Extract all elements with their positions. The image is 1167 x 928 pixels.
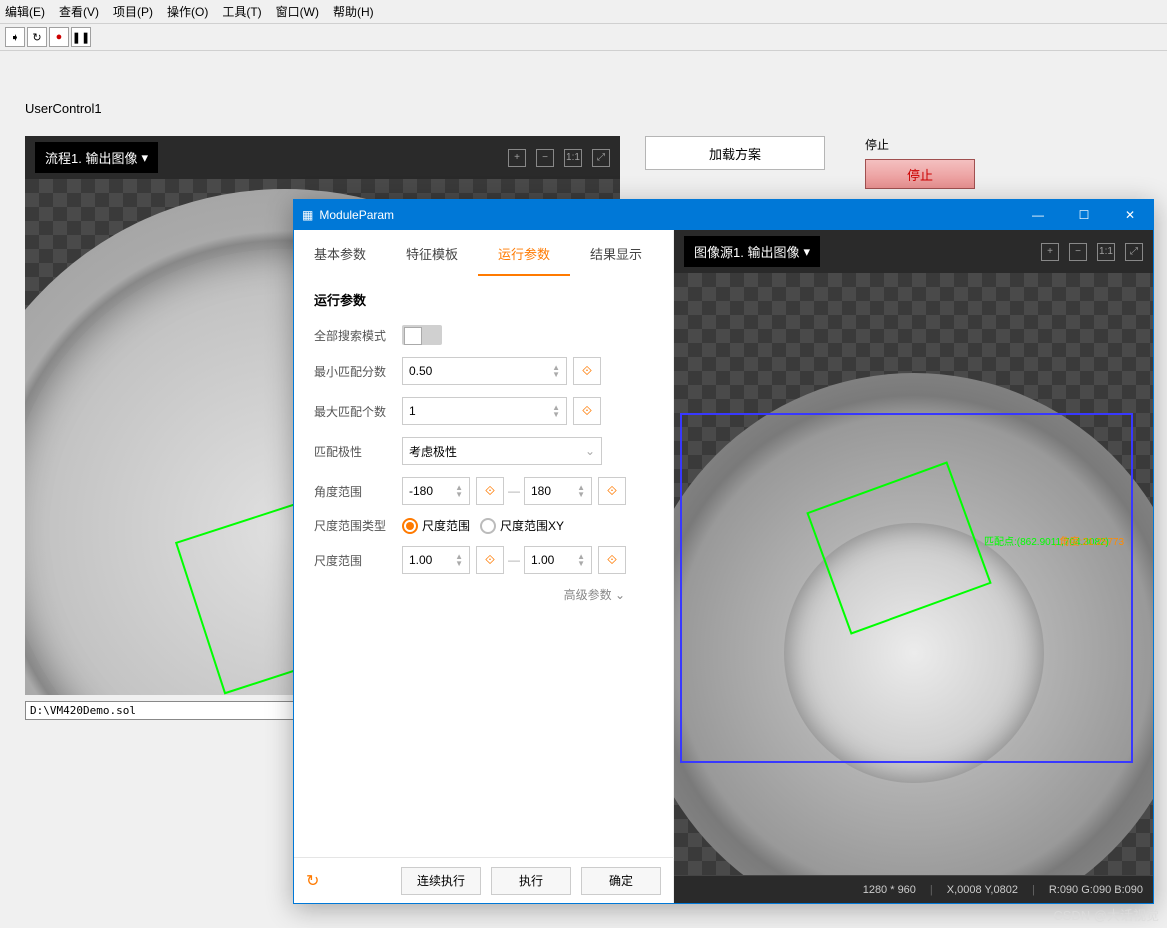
link-icon[interactable]: ⟐ — [573, 357, 601, 385]
titlebar[interactable]: ▦ ModuleParam ― ☐ ✕ — [294, 200, 1153, 230]
toolbar: ➧ ↻ ● ❚❚ — [0, 24, 1167, 51]
menu-operate[interactable]: 操作(O) — [167, 3, 208, 20]
chevron-down-icon: ⌄ — [615, 588, 625, 602]
polarity-label: 匹配极性 — [314, 443, 402, 460]
scale-type-label: 尺度范围类型 — [314, 517, 402, 534]
scale-range-xy-radio[interactable] — [480, 518, 496, 534]
module-param-dialog: ▦ ModuleParam ― ☐ ✕ 基本参数 特征模板 运行参数 结果显示 … — [293, 199, 1154, 904]
tab-run[interactable]: 运行参数 — [478, 230, 570, 276]
max-count-input[interactable]: 1 ▲▼ — [402, 397, 567, 425]
menu-help[interactable]: 帮助(H) — [333, 3, 374, 20]
close-icon[interactable]: ✕ — [1107, 200, 1153, 230]
tab-result[interactable]: 结果显示 — [570, 230, 662, 276]
polarity-select[interactable]: 考虑极性 ⌄ — [402, 437, 602, 465]
status-xy: X,0008 Y,0802 — [947, 884, 1018, 896]
menu-view[interactable]: 查看(V) — [59, 3, 99, 20]
search-mode-toggle[interactable] — [402, 325, 442, 345]
record-icon[interactable]: ● — [49, 27, 69, 47]
min-score-input[interactable]: 0.50 ▲▼ — [402, 357, 567, 385]
min-score-label: 最小匹配分数 — [314, 363, 402, 380]
zoom-in-icon[interactable]: + — [1041, 243, 1059, 261]
scale-min-input[interactable]: 1.00 ▲▼ — [402, 546, 470, 574]
zoom-in-icon[interactable]: + — [508, 149, 526, 167]
viewer2-title[interactable]: 图像源1. 输出图像 ▾ — [684, 236, 820, 267]
menu-tools[interactable]: 工具(T) — [222, 3, 261, 20]
maximize-icon[interactable]: ☐ — [1061, 200, 1107, 230]
refresh-icon[interactable]: ↻ — [27, 27, 47, 47]
expand-icon[interactable]: ⤢ — [592, 149, 610, 167]
max-count-label: 最大匹配个数 — [314, 403, 402, 420]
tabs: 基本参数 特征模板 运行参数 结果显示 — [294, 230, 673, 276]
fit-11-icon[interactable]: 1:1 — [1097, 243, 1115, 261]
watermark: CSDN @大话视觉 — [1053, 905, 1159, 924]
scale-label: 尺度范围 — [314, 552, 402, 569]
fit-11-icon[interactable]: 1:1 — [564, 149, 582, 167]
pause-icon[interactable]: ❚❚ — [71, 27, 91, 47]
menubar: 编辑(E) 查看(V) 项目(P) 操作(O) 工具(T) 窗口(W) 帮助(H… — [0, 0, 1167, 24]
minimize-icon[interactable]: ― — [1015, 200, 1061, 230]
advanced-params-link[interactable]: 高级参数 ⌄ — [314, 586, 653, 603]
ok-button[interactable]: 确定 — [581, 867, 661, 895]
user-control-label: UserControl1 — [25, 101, 1142, 116]
section-title: 运行参数 — [314, 290, 653, 309]
link-icon[interactable]: ⟐ — [598, 546, 626, 574]
continuous-exec-button[interactable]: 连续执行 — [401, 867, 481, 895]
chevron-down-icon: ▾ — [803, 244, 810, 260]
annotation-angle: , 角度:21.25773 — [1054, 533, 1124, 548]
zoom-out-icon[interactable]: − — [1069, 243, 1087, 261]
spinner-icon[interactable]: ▲▼ — [552, 404, 560, 418]
window-icon: ▦ — [302, 208, 313, 222]
scale-range-radio[interactable] — [402, 518, 418, 534]
dialog-footer: ↻ 连续执行 执行 确定 — [294, 857, 673, 903]
zoom-out-icon[interactable]: − — [536, 149, 554, 167]
link-icon[interactable]: ⟐ — [476, 477, 504, 505]
window-title: ModuleParam — [319, 208, 394, 222]
menu-window[interactable]: 窗口(W) — [276, 3, 319, 20]
angle-min-input[interactable]: -180 ▲▼ — [402, 477, 470, 505]
menu-project[interactable]: 项目(P) — [113, 3, 153, 20]
status-bar: 1280 * 960 | X,0008 Y,0802 | R:090 G:090… — [674, 875, 1153, 903]
exec-button[interactable]: 执行 — [491, 867, 571, 895]
link-icon[interactable]: ⟐ — [476, 546, 504, 574]
stop-button[interactable]: 停止 — [865, 159, 975, 189]
search-mode-label: 全部搜索模式 — [314, 327, 402, 344]
reset-icon[interactable]: ↻ — [306, 871, 319, 891]
tab-template[interactable]: 特征模板 — [386, 230, 478, 276]
tab-basic[interactable]: 基本参数 — [294, 230, 386, 276]
step-into-icon[interactable]: ➧ — [5, 27, 25, 47]
link-icon[interactable]: ⟐ — [598, 477, 626, 505]
menu-edit[interactable]: 编辑(E) — [5, 3, 45, 20]
chevron-down-icon: ⌄ — [585, 444, 595, 458]
angle-label: 角度范围 — [314, 483, 402, 500]
chevron-down-icon: ▾ — [141, 150, 148, 166]
load-scheme-button[interactable]: 加载方案 — [645, 136, 825, 170]
link-icon[interactable]: ⟐ — [573, 397, 601, 425]
status-dimensions: 1280 * 960 — [863, 884, 916, 896]
viewer-title[interactable]: 流程1. 输出图像 ▾ — [35, 142, 158, 173]
scale-max-input[interactable]: 1.00 ▲▼ — [524, 546, 592, 574]
status-rgb: R:090 G:090 B:090 — [1049, 884, 1143, 896]
expand-icon[interactable]: ⤢ — [1125, 243, 1143, 261]
angle-max-input[interactable]: 180 ▲▼ — [524, 477, 592, 505]
stop-label: 停止 — [865, 136, 975, 153]
viewer2-canvas[interactable]: 匹配点:(862.9011,704.3082) , 角度:21.25773 — [674, 273, 1153, 875]
spinner-icon[interactable]: ▲▼ — [552, 364, 560, 378]
